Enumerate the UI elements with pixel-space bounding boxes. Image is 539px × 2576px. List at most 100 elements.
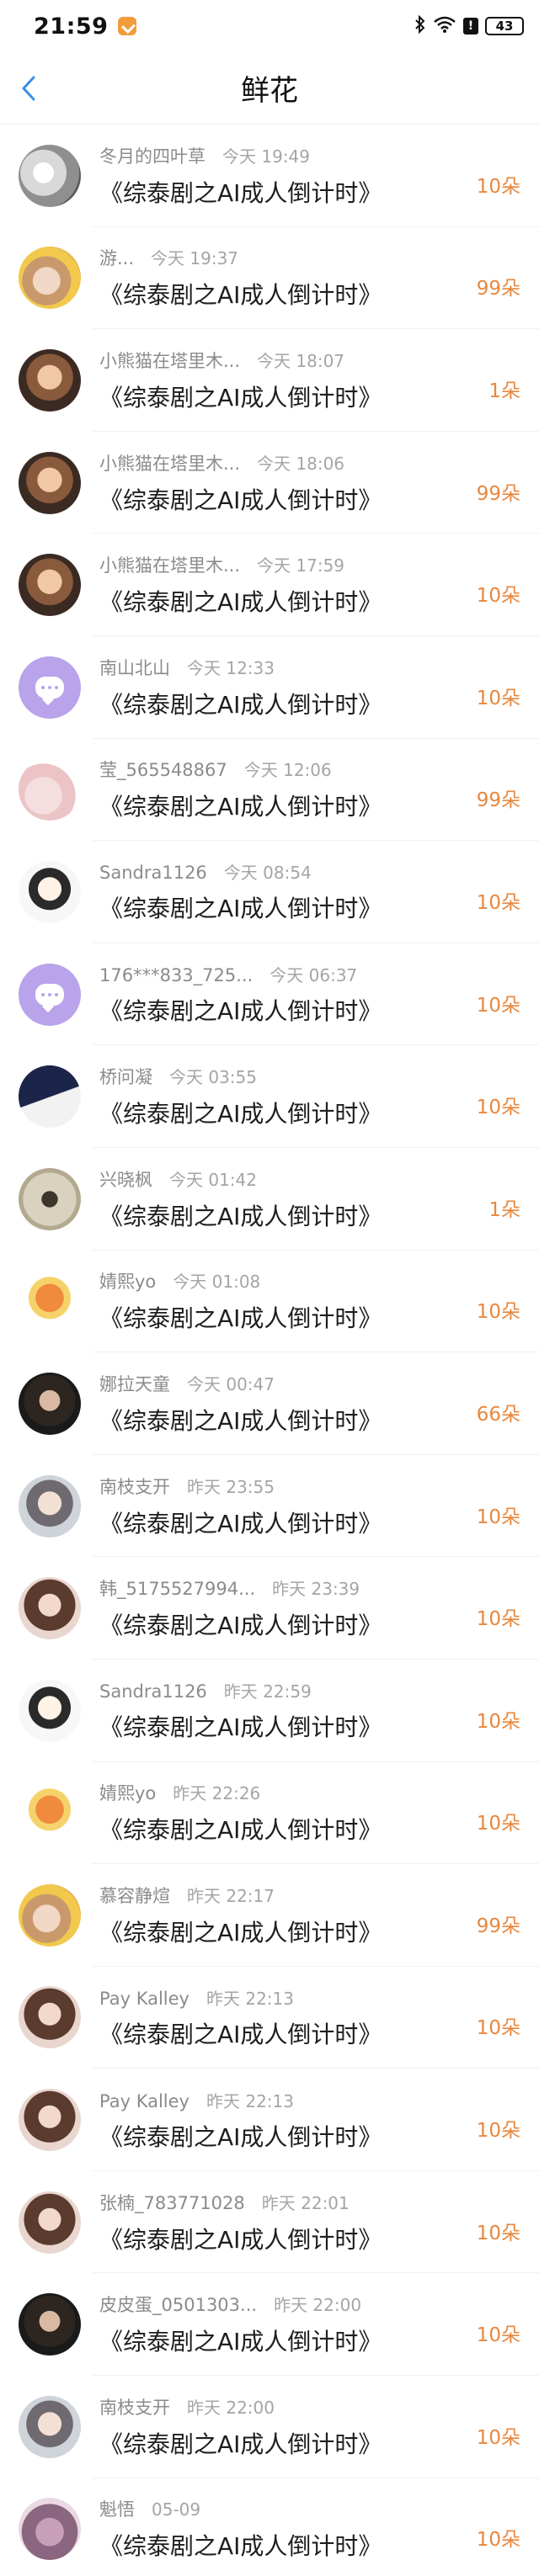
list-item[interactable]: 兴晓枫 今天 01:42 《综泰剧之AI成人倒计时》 1朵 <box>0 1148 539 1251</box>
avatar[interactable] <box>19 144 81 207</box>
user-nickname: 南枝支开 <box>99 2397 170 2418</box>
gift-time: 昨天 23:39 <box>272 1579 360 1600</box>
bluetooth-icon <box>414 14 426 38</box>
user-nickname: 张楠_783771028 <box>99 2192 245 2213</box>
list-item[interactable]: 婧熙yo 今天 01:08 《综泰剧之AI成人倒计时》 10朵 <box>0 1251 539 1353</box>
gift-time: 今天 12:33 <box>187 657 275 678</box>
avatar[interactable] <box>19 1679 81 1742</box>
list-item[interactable]: 婧熙yo 昨天 22:26 《综泰剧之AI成人倒计时》 10朵 <box>0 1762 539 1865</box>
avatar[interactable] <box>19 963 81 1026</box>
list-item[interactable]: 慕容静煊 昨天 22:17 《综泰剧之AI成人倒计时》 99朵 <box>0 1864 539 1967</box>
avatar[interactable] <box>19 1986 81 2049</box>
user-nickname: 小熊猫在塔里木... <box>99 350 241 371</box>
avatar[interactable] <box>19 554 81 617</box>
list-item[interactable]: 桥问凝 今天 03:55 《综泰剧之AI成人倒计时》 10朵 <box>0 1045 539 1148</box>
page-title: 鲜花 <box>241 74 298 108</box>
avatar[interactable] <box>19 247 81 310</box>
book-title: 《综泰剧之AI成人倒计时》 <box>99 1918 382 1947</box>
list-item[interactable]: 小熊猫在塔里木... 今天 18:06 《综泰剧之AI成人倒计时》 99朵 <box>0 432 539 534</box>
avatar[interactable] <box>19 860 81 923</box>
list-item[interactable]: 张楠_783771028 昨天 22:01 《综泰剧之AI成人倒计时》 10朵 <box>0 2171 539 2274</box>
list-item[interactable]: Pay Kalley 昨天 22:13 《综泰剧之AI成人倒计时》 10朵 <box>0 1967 539 2069</box>
gift-time: 今天 18:06 <box>257 453 345 474</box>
list-item[interactable]: Pay Kalley 昨天 22:13 《综泰剧之AI成人倒计时》 10朵 <box>0 2069 539 2171</box>
book-title: 《综泰剧之AI成人倒计时》 <box>99 1612 382 1640</box>
flower-count: 10朵 <box>476 175 520 198</box>
avatar[interactable] <box>19 1167 81 1230</box>
list-item[interactable]: 南枝支开 昨天 22:00 《综泰剧之AI成人倒计时》 10朵 <box>0 2376 539 2478</box>
nav-bar: 鲜花 <box>0 52 539 125</box>
user-nickname: 176***833_725... <box>99 965 253 986</box>
user-nickname: 娜拉天童 <box>99 1373 170 1394</box>
avatar[interactable] <box>19 1883 81 1947</box>
list-item[interactable]: 小熊猫在塔里木... 今天 18:07 《综泰剧之AI成人倒计时》 1朵 <box>0 329 539 432</box>
book-title: 《综泰剧之AI成人倒计时》 <box>99 690 382 719</box>
avatar[interactable] <box>19 2395 81 2458</box>
book-title: 《综泰剧之AI成人倒计时》 <box>99 2430 382 2458</box>
flower-count: 10朵 <box>476 2529 520 2552</box>
flower-count: 10朵 <box>476 1301 520 1324</box>
avatar[interactable] <box>19 656 81 719</box>
gift-time: 昨天 22:13 <box>205 2090 294 2111</box>
list-item[interactable]: 娜拉天童 今天 00:47 《综泰剧之AI成人倒计时》 66朵 <box>0 1352 539 1455</box>
avatar[interactable] <box>19 1577 81 1640</box>
user-nickname: 游... <box>99 248 135 269</box>
flower-gift-list: 冬月的四叶草 今天 19:49 《综泰剧之AI成人倒计时》 10朵 游... 今天 19:… <box>0 125 539 2576</box>
list-item[interactable]: Sandra1126 今天 08:54 《综泰剧之AI成人倒计时》 10朵 <box>0 841 539 943</box>
avatar[interactable] <box>19 2293 81 2356</box>
user-nickname: 魁悟 <box>99 2499 135 2520</box>
status-bar: 21:59 ! 43 <box>0 0 539 52</box>
user-nickname: 桥问凝 <box>99 1067 152 1088</box>
flower-count: 10朵 <box>476 2222 520 2244</box>
gift-time: 05-09 <box>152 2499 201 2520</box>
gift-time: 昨天 22:13 <box>205 1988 294 2009</box>
book-title: 《综泰剧之AI成人倒计时》 <box>99 588 382 617</box>
book-title: 《综泰剧之AI成人倒计时》 <box>99 1713 382 1742</box>
list-item[interactable]: 莹_565548867 今天 12:06 《综泰剧之AI成人倒计时》 99朵 <box>0 739 539 842</box>
book-title: 《综泰剧之AI成人倒计时》 <box>99 1509 382 1538</box>
list-item[interactable]: 魁悟 05-09 《综泰剧之AI成人倒计时》 10朵 <box>0 2478 539 2576</box>
user-nickname: 莹_565548867 <box>99 760 227 781</box>
avatar[interactable] <box>19 1065 81 1129</box>
battery-icon: 43 <box>485 17 524 35</box>
avatar[interactable] <box>19 758 81 821</box>
avatar[interactable] <box>19 2191 81 2254</box>
back-button[interactable] <box>12 72 45 105</box>
gift-time: 昨天 22:00 <box>187 2397 275 2418</box>
flower-count: 10朵 <box>476 1608 520 1631</box>
list-item[interactable]: 冬月的四叶草 今天 19:49 《综泰剧之AI成人倒计时》 10朵 <box>0 125 539 227</box>
book-title: 《综泰剧之AI成人倒计时》 <box>99 2225 382 2254</box>
avatar[interactable] <box>19 1474 81 1538</box>
list-item[interactable]: Sandra1126 昨天 22:59 《综泰剧之AI成人倒计时》 10朵 <box>0 1660 539 1762</box>
user-nickname: 小熊猫在塔里木... <box>99 555 241 576</box>
book-title: 《综泰剧之AI成人倒计时》 <box>99 997 382 1026</box>
list-item[interactable]: 南山北山 今天 12:33 《综泰剧之AI成人倒计时》 10朵 <box>0 636 539 739</box>
list-item[interactable]: 游... 今天 19:37 《综泰剧之AI成人倒计时》 99朵 <box>0 227 539 330</box>
user-nickname: 小熊猫在塔里木... <box>99 453 241 474</box>
wifi-icon <box>433 16 456 37</box>
alert-icon: ! <box>463 18 478 35</box>
gift-time: 今天 18:07 <box>257 350 345 371</box>
gift-time: 今天 00:47 <box>187 1373 275 1394</box>
flower-count: 99朵 <box>476 278 520 300</box>
list-item[interactable]: 176***833_725... 今天 06:37 《综泰剧之AI成人倒计时》 10朵 <box>0 943 539 1046</box>
status-time: 21:59 <box>34 13 109 40</box>
list-item[interactable]: 南枝支开 昨天 23:55 《综泰剧之AI成人倒计时》 10朵 <box>0 1455 539 1558</box>
avatar[interactable] <box>19 451 81 514</box>
avatar[interactable] <box>19 2089 81 2152</box>
user-nickname: Pay Kalley <box>99 1988 189 2009</box>
avatar[interactable] <box>19 348 81 412</box>
list-item[interactable]: 小熊猫在塔里木... 今天 17:59 《综泰剧之AI成人倒计时》 10朵 <box>0 534 539 636</box>
gift-time: 昨天 23:55 <box>187 1476 275 1497</box>
gift-time: 昨天 22:59 <box>223 1681 312 1702</box>
book-title: 《综泰剧之AI成人倒计时》 <box>99 1100 382 1129</box>
flower-count: 1朵 <box>488 380 520 403</box>
avatar[interactable] <box>19 1782 81 1845</box>
user-nickname: 韩_5175527994... <box>99 1579 256 1600</box>
list-item[interactable]: 韩_5175527994... 昨天 23:39 《综泰剧之AI成人倒计时》 10朵 <box>0 1557 539 1660</box>
avatar[interactable] <box>19 1270 81 1333</box>
avatar[interactable] <box>19 2498 81 2561</box>
list-item[interactable]: 皮皮蛋_0501303... 昨天 22:00 《综泰剧之AI成人倒计时》 10朵 <box>0 2273 539 2376</box>
avatar[interactable] <box>19 1372 81 1435</box>
flower-count: 10朵 <box>476 1710 520 1733</box>
